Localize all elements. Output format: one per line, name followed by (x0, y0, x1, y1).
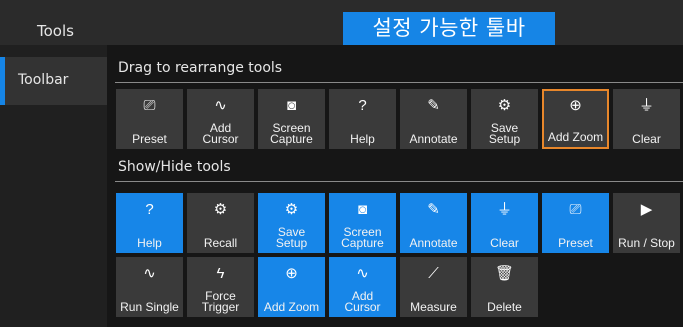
button-label: Force Trigger (201, 289, 240, 314)
save-setup-icon: ⚙ (284, 201, 299, 218)
delete-button[interactable]: 🗑 Delete (471, 257, 538, 317)
help-icon: ? (358, 97, 367, 114)
cursor-icon: ∿ (214, 97, 227, 114)
button-label: Save Setup (488, 121, 521, 146)
force-trigger-button[interactable]: ϟ Force Trigger (187, 257, 254, 317)
add-zoom-button[interactable]: ⊕ Add Zoom (542, 89, 609, 149)
feature-banner: 설정 가능한 툴바 (343, 12, 555, 45)
help-icon: ? (145, 201, 154, 218)
preset-icon: ⎚ (143, 97, 156, 114)
clear-button[interactable]: ⏚ Clear (613, 89, 680, 149)
help-button[interactable]: ? Help (329, 89, 396, 149)
button-label: Add Zoom (547, 130, 604, 144)
sidebar: Toolbar (0, 45, 107, 327)
selected-indicator (0, 57, 5, 105)
button-label: Add Zoom (263, 300, 320, 314)
run-single-icon: ∿ (143, 265, 156, 282)
section-divider (115, 181, 683, 182)
button-label: Help (137, 236, 162, 250)
clear-button[interactable]: ⏚ Clear (471, 193, 538, 253)
button-label: Preset (558, 236, 593, 250)
help-button[interactable]: ? Help (116, 193, 183, 253)
measure-button[interactable]: ⟋ Measure (400, 257, 467, 317)
button-label: Clear (490, 236, 519, 250)
ruler-icon: ⟋ (428, 265, 439, 282)
showhide-section-title: Show/Hide tools (118, 159, 231, 175)
button-label: Add Cursor (202, 121, 239, 146)
title-bar: Tools 설정 가능한 툴바 (0, 0, 683, 45)
button-label: Run / Stop (618, 236, 675, 250)
button-label: Measure (410, 300, 457, 314)
button-label: Preset (132, 132, 167, 146)
screen-capture-button[interactable]: ◙ Screen Capture (258, 89, 325, 149)
button-label: Run Single (120, 300, 179, 314)
button-label: Annotate (409, 132, 458, 146)
sidebar-item-label: Toolbar (18, 72, 69, 88)
window-title: Tools (37, 22, 74, 40)
button-label: Annotate (409, 236, 458, 250)
clear-icon: ⏚ (496, 201, 512, 218)
run-single-button[interactable]: ∿ Run Single (116, 257, 183, 317)
run-stop-button[interactable]: ▶ Run / Stop (613, 193, 680, 253)
sidebar-item-toolbar[interactable]: Toolbar (0, 57, 107, 105)
button-label: Screen Capture (270, 121, 313, 146)
camera-icon: ◙ (286, 97, 297, 114)
annotate-button[interactable]: ✎ Annotate (400, 89, 467, 149)
save-setup-icon: ⚙ (497, 97, 512, 114)
pencil-icon: ✎ (427, 97, 440, 114)
recall-icon: ⚙ (213, 201, 228, 218)
cursor-icon: ∿ (356, 265, 369, 282)
preset-button[interactable]: ⎚ Preset (542, 193, 609, 253)
button-label: Screen Capture (341, 225, 384, 250)
trash-icon: 🗑 (494, 265, 515, 282)
preset-icon: ⎚ (569, 201, 582, 218)
button-label: Clear (632, 132, 661, 146)
add-cursor-button[interactable]: ∿ Add Cursor (187, 89, 254, 149)
play-icon: ▶ (640, 201, 653, 218)
clear-icon: ⏚ (638, 97, 654, 114)
save-setup-button[interactable]: ⚙ Save Setup (258, 193, 325, 253)
rearrange-section-title: Drag to rearrange tools (118, 60, 283, 76)
save-setup-button[interactable]: ⚙ Save Setup (471, 89, 538, 149)
camera-icon: ◙ (357, 201, 368, 218)
add-cursor-button[interactable]: ∿ Add Cursor (329, 257, 396, 317)
zoom-icon: ⊕ (569, 97, 582, 114)
screen-capture-button[interactable]: ◙ Screen Capture (329, 193, 396, 253)
button-label: Help (350, 132, 375, 146)
button-label: Add Cursor (344, 289, 381, 314)
button-label: Save Setup (275, 225, 308, 250)
button-label: Delete (487, 300, 522, 314)
pencil-icon: ✎ (427, 201, 440, 218)
zoom-icon: ⊕ (285, 265, 298, 282)
recall-button[interactable]: ⚙ Recall (187, 193, 254, 253)
section-divider (115, 82, 683, 83)
preset-button[interactable]: ⎚ Preset (116, 89, 183, 149)
annotate-button[interactable]: ✎ Annotate (400, 193, 467, 253)
force-trigger-icon: ϟ (216, 265, 225, 282)
button-label: Recall (203, 236, 238, 250)
add-zoom-button[interactable]: ⊕ Add Zoom (258, 257, 325, 317)
